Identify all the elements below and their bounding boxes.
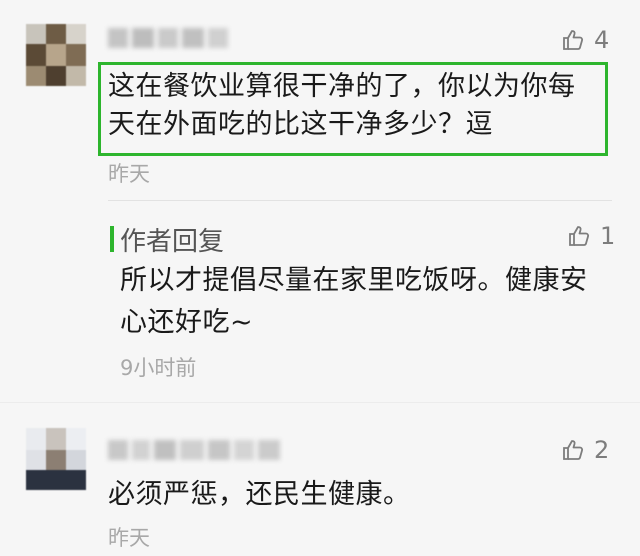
reply-accent-bar (110, 226, 114, 252)
comment-item-1: 4 这在餐饮业算很干净的了，你以为你每 天在外面吃的比这干净多少？逗 昨天 (0, 0, 640, 190)
thumbs-up-icon (569, 226, 590, 246)
timestamp: 昨天 (108, 526, 150, 550)
timestamp: 昨天 (108, 162, 150, 186)
author-reply: 作者回复 1 所以才提倡尽量在家里吃饭呀。健康安 心还好吃~ 9小时前 (0, 202, 640, 392)
reply-title: 作者回复 (120, 227, 225, 257)
thumbs-up-icon (563, 440, 584, 460)
reply-text-line: 所以才提倡尽量在家里吃饭呀。健康安 (120, 265, 588, 296)
reply-text: 所以才提倡尽量在家里吃饭呀。健康安 心还好吃~ (120, 262, 588, 342)
like-count: 2 (594, 436, 610, 464)
username[interactable] (108, 440, 280, 460)
like-button[interactable]: 2 (562, 436, 609, 464)
user-avatar[interactable] (26, 24, 86, 86)
user-avatar[interactable] (26, 428, 86, 490)
like-button[interactable]: 4 (562, 26, 609, 54)
username[interactable] (108, 28, 228, 48)
comment-item-2: 2 必须严惩，还民生健康。 昨天 (0, 404, 640, 556)
comment-text-line: 这在餐饮业算很干净的了，你以为你每 (108, 71, 576, 102)
comment-text-line: 天在外面吃的比这干净多少？逗 (108, 109, 493, 140)
reply-divider (108, 200, 612, 201)
comment-text: 这在餐饮业算很干净的了，你以为你每 天在外面吃的比这干净多少？逗 (108, 68, 576, 144)
comment-divider (0, 402, 640, 403)
comment-text: 必须严惩，还民生健康。 (108, 479, 411, 510)
thumbs-up-icon (563, 30, 584, 50)
like-count: 1 (600, 222, 616, 250)
reply-like-button[interactable]: 1 (568, 222, 615, 250)
like-count: 4 (594, 26, 610, 54)
timestamp: 9小时前 (120, 356, 197, 380)
reply-text-line: 心还好吃~ (120, 307, 254, 338)
